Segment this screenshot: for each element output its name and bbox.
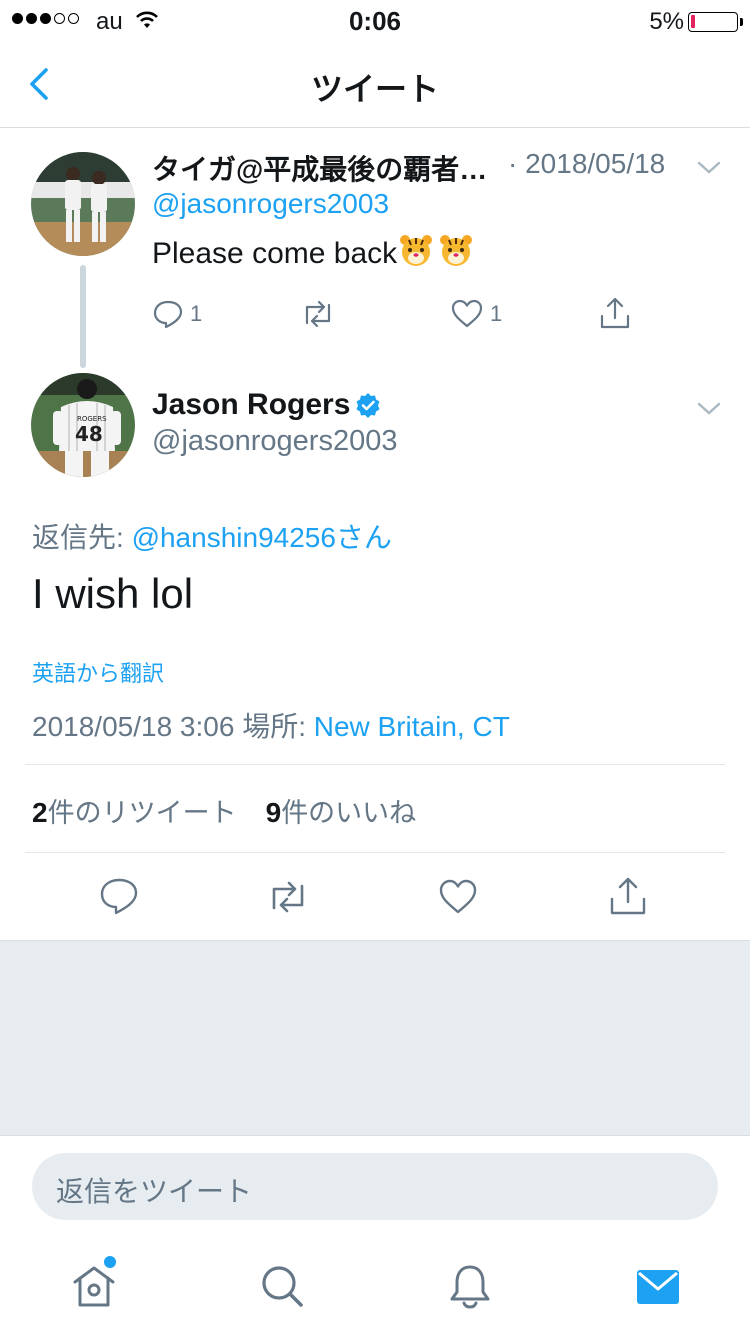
location-link[interactable]: New Britain, CT [314, 711, 510, 742]
author-avatar[interactable]: ROGERS 48 [31, 373, 135, 477]
messages-icon[interactable] [634, 1262, 682, 1310]
tweet-metadata: 2018/05/18 3:06 場所: New Britain, CT [32, 705, 510, 745]
svg-text:48: 48 [75, 422, 103, 446]
search-icon[interactable] [258, 1262, 306, 1310]
tiger-face-icon [400, 235, 433, 266]
tiger-face-icon [440, 235, 473, 266]
parent-tweet-date: · 2018/05/18 [508, 148, 666, 179]
battery-icon [688, 12, 743, 32]
reply-to-label: 返信先: [32, 522, 132, 553]
thread-connector [80, 265, 86, 368]
parent-tweet-text: Please come back [152, 234, 473, 271]
home-icon[interactable] [70, 1262, 118, 1310]
share-icon[interactable] [608, 876, 648, 916]
author-name[interactable]: Jason Rogers [152, 388, 350, 422]
reply-context: 返信先: @hanshin94256さん [32, 516, 392, 556]
empty-replies-area [0, 940, 750, 1136]
translate-link[interactable]: 英語から翻訳 [32, 656, 164, 688]
battery-percentage: 5% [649, 8, 684, 35]
tweet-datetime: 2018/05/18 3:06 [32, 711, 243, 742]
reply-to-link[interactable]: @hanshin94256さん [132, 522, 392, 553]
location-label: 場所: [242, 711, 314, 742]
new-content-indicator [104, 1256, 116, 1268]
chevron-down-icon[interactable] [696, 401, 722, 417]
likes-stat[interactable]: 9件のいいね [265, 797, 417, 828]
status-bar: au 0:06 5% [0, 0, 750, 40]
parent-avatar[interactable] [31, 152, 135, 256]
page-title: ツイート [310, 71, 439, 107]
like-count: 9 [265, 797, 282, 828]
parent-share-button[interactable] [598, 296, 632, 330]
parent-retweet-button[interactable] [300, 298, 336, 330]
reply-placeholder: 返信をツイート [56, 1176, 253, 1207]
bell-icon[interactable] [446, 1262, 494, 1310]
reply-input[interactable]: 返信をツイート [32, 1153, 718, 1220]
reply-icon[interactable] [99, 876, 139, 916]
parent-reply-count: 1 [190, 301, 203, 326]
parent-like-button[interactable]: 1 [450, 298, 502, 330]
parent-author-name[interactable]: タイガ@平成最後の覇者… [152, 148, 487, 188]
divider [25, 852, 725, 853]
parent-author-handle[interactable]: @jasonrogers2003 [152, 188, 389, 220]
share-icon [600, 297, 630, 329]
parent-reply-button[interactable]: 1 [152, 298, 202, 330]
retweet-icon [305, 300, 331, 328]
parent-tweet-body: Please come back [152, 237, 398, 270]
retweet-label: 件のリツイート [47, 798, 237, 828]
parent-like-count: 1 [490, 301, 503, 326]
chevron-down-icon[interactable] [696, 160, 722, 176]
verified-badge-icon [356, 393, 380, 418]
heart-icon [451, 299, 483, 328]
author-handle[interactable]: @jasonrogers2003 [152, 425, 397, 458]
like-label: 件のいいね [281, 798, 417, 828]
reply-icon [153, 300, 183, 329]
retweets-stat[interactable]: 2件のリツイート [32, 797, 237, 828]
engagement-stats: 2件のリツイート 9件のいいね [32, 791, 416, 830]
divider [25, 764, 725, 765]
retweet-icon[interactable] [266, 878, 310, 916]
navigation-bar: ツイート [0, 40, 750, 128]
clock: 0:06 [348, 6, 402, 36]
tweet-text: I wish lol [32, 570, 194, 617]
heart-icon[interactable] [438, 878, 478, 916]
retweet-count: 2 [32, 797, 48, 828]
